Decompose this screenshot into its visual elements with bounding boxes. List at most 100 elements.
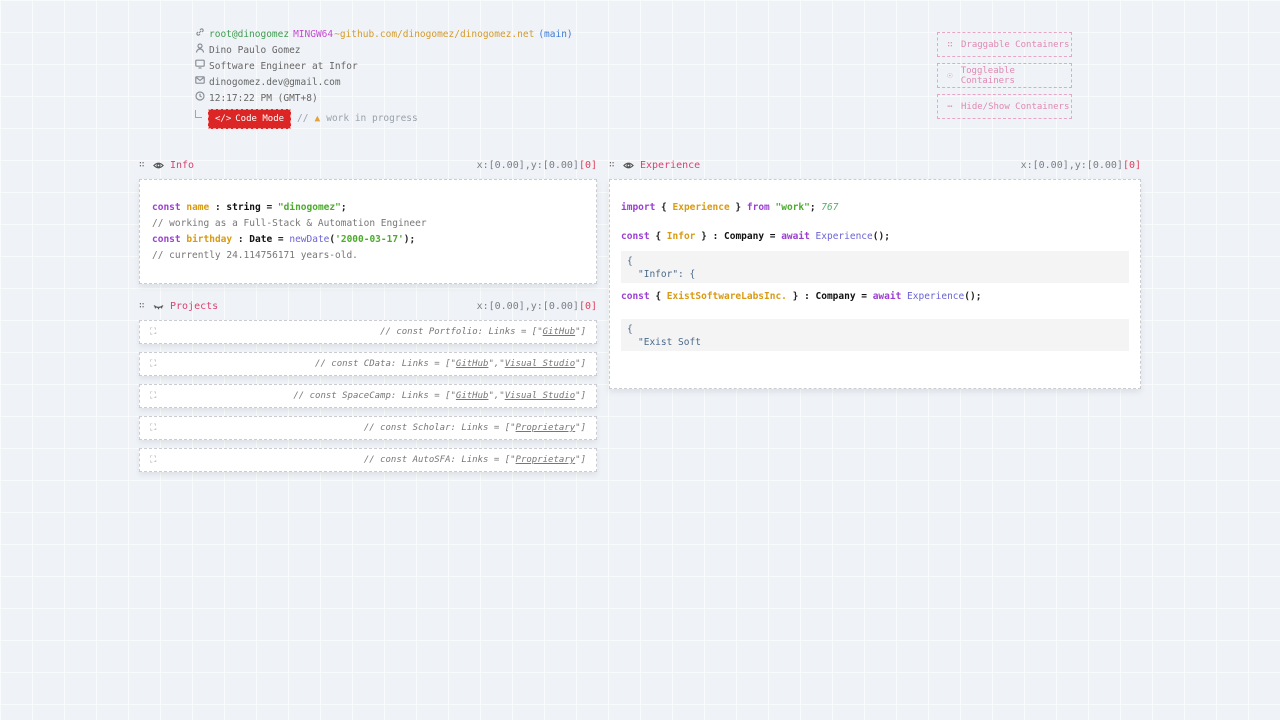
- panel-coords: x:[0.00],y:[0.00][0]: [477, 301, 597, 312]
- project-signature: // const Portfolio: Links = ["GitHub"]: [380, 327, 586, 337]
- project-item[interactable]: ⛶ // const SpaceCamp: Links = ["GitHub","…: [139, 384, 597, 408]
- company-line[interactable]: const { ExistSoftwareLabsInc. } : Compan…: [621, 289, 1129, 305]
- prompt-user: root@dinogomez: [209, 29, 290, 40]
- profile-email[interactable]: dinogomez.dev@gmail.com: [209, 75, 341, 91]
- project-prefix: // const SpaceCamp: Links = [: [293, 391, 451, 401]
- json-line: "Exist Soft: [638, 337, 701, 348]
- legend-toggleable[interactable]: ☉ Toggleable Containers: [937, 63, 1072, 88]
- project-link[interactable]: GitHub: [456, 359, 489, 369]
- code-line: const birthday : Date = newDate('2000-03…: [152, 234, 416, 245]
- drag-handle-icon[interactable]: ∷: [139, 301, 147, 311]
- import-line: import { Experience } from "work"; 767: [621, 202, 839, 213]
- project-link[interactable]: Visual Studio: [505, 359, 575, 369]
- code-icon: </>: [215, 114, 232, 124]
- code-mode-button[interactable]: </> Code Mode: [208, 109, 292, 129]
- wip-comment-prefix: //: [297, 113, 309, 124]
- legend-label: Toggleable Containers: [960, 65, 1015, 86]
- legend-label: Draggable Containers: [961, 39, 1070, 50]
- project-signature: // const SpaceCamp: Links = ["GitHub","V…: [293, 391, 586, 401]
- project-prefix: // const Scholar: Links = [: [363, 423, 511, 433]
- expand-icon[interactable]: ⛶: [150, 391, 156, 401]
- coords-index: [0]: [578, 300, 597, 312]
- legend-hide-show[interactable]: ⋯ Hide/Show Containers: [937, 94, 1072, 119]
- monitor-icon: [195, 59, 205, 75]
- experience-panel: ∷ Experience x:[0.00],y:[0.00][0] import…: [609, 157, 1141, 389]
- expand-icon[interactable]: ⛶: [150, 327, 156, 337]
- panel-coords: x:[0.00],y:[0.00][0]: [477, 160, 597, 171]
- project-link[interactable]: GitHub: [543, 327, 576, 337]
- project-prefix: // const Portfolio: Links = [: [380, 327, 538, 337]
- project-list: ⛶// const Portfolio: Links = ["GitHub"] ⛶…: [139, 320, 597, 472]
- link-icon: [195, 27, 205, 43]
- project-link[interactable]: Proprietary: [516, 423, 576, 433]
- code-line: const name : string = "dinogomez";: [152, 202, 347, 213]
- tree-elbow: [195, 110, 202, 118]
- code-comment: // working as a Full-Stack & Automation …: [152, 218, 427, 229]
- project-signature: // const Scholar: Links = ["Proprietary"…: [363, 423, 586, 433]
- info-panel: ∷ Info x:[0.00],y:[0.00][0] const name :…: [139, 157, 597, 284]
- json-line: "Infor": {: [638, 269, 696, 280]
- info-card: const name : string = "dinogomez"; // wo…: [139, 179, 597, 284]
- panel-coords: x:[0.00],y:[0.00][0]: [1021, 160, 1141, 171]
- code-comment: // currently 24.114756171 years-old.: [152, 250, 358, 261]
- experience-panel-header: ∷ Experience x:[0.00],y:[0.00][0]: [609, 157, 1141, 173]
- panel-title: Experience: [640, 159, 701, 171]
- project-link[interactable]: Visual Studio: [505, 391, 575, 401]
- panel-title: Info: [170, 159, 195, 171]
- projects-panel-header: ∷ Projects x:[0.00],y:[0.00][0]: [139, 298, 597, 314]
- prompt-path[interactable]: ~github.com/dinogomez/dinogomez.net: [334, 27, 534, 43]
- coords-index: [0]: [1122, 159, 1141, 171]
- project-item[interactable]: ⛶ // const AutoSFA: Links = ["Proprietary…: [139, 448, 597, 472]
- expand-icon[interactable]: ⛶: [150, 455, 156, 465]
- json-open: {: [627, 256, 633, 267]
- profile-header: root@dinogomez MINGW64 ~github.com/dinog…: [195, 27, 573, 129]
- info-panel-header: ∷ Info x:[0.00],y:[0.00][0]: [139, 157, 597, 173]
- json-open: {: [627, 324, 633, 335]
- profile-role: Software Engineer at Infor: [209, 61, 358, 72]
- panel-title: Projects: [170, 300, 219, 312]
- role-row: Software Engineer at Infor: [195, 59, 573, 75]
- prompt-shell: MINGW64: [293, 29, 334, 40]
- legend-draggable[interactable]: ∷ Draggable Containers: [937, 32, 1072, 57]
- project-signature: // const AutoSFA: Links = ["Proprietary"…: [363, 455, 586, 465]
- project-link[interactable]: Proprietary: [516, 455, 576, 465]
- project-item[interactable]: ⛶ // const Scholar: Links = ["Proprietary…: [139, 416, 597, 440]
- eye-icon: ☉: [947, 70, 953, 81]
- company-line[interactable]: const { Infor } : Company = await Experi…: [621, 229, 1129, 245]
- construction-icon: ▲: [314, 113, 321, 124]
- email-row: dinogomez.dev@gmail.com: [195, 75, 573, 91]
- profile-name: Dino Paulo Gomez: [209, 45, 301, 56]
- drag-handle-icon[interactable]: ∷: [609, 160, 617, 170]
- time-row: 12:17:22 PM (GMT+8): [195, 91, 573, 107]
- projects-panel: ∷ Projects x:[0.00],y:[0.00][0] ⛶ // cons…: [139, 298, 597, 472]
- project-item[interactable]: ⛶ // const CData: Links = ["GitHub","Visu…: [139, 352, 597, 376]
- coords-value: x:[0.00],y:[0.00]: [476, 159, 579, 171]
- coords-value: x:[0.00],y:[0.00]: [476, 300, 579, 312]
- eye-icon[interactable]: [623, 160, 634, 171]
- project-item[interactable]: ⛶ // const Portfolio: Links = ["GitHub"]: [139, 320, 597, 344]
- project-prefix: // const AutoSFA: Links = [: [363, 455, 511, 465]
- project-link[interactable]: GitHub: [456, 391, 489, 401]
- feature-legend: ∷ Draggable Containers ☉ Toggleable Cont…: [937, 32, 1072, 119]
- local-time: 12:17:22 PM (GMT+8): [209, 93, 318, 104]
- legend-label: Hide/Show Containers: [961, 101, 1070, 112]
- drag-handle-icon[interactable]: ∷: [139, 160, 147, 170]
- expand-icon[interactable]: ⛶: [150, 359, 156, 369]
- clock-icon: [195, 91, 205, 107]
- company-json: { "Exist Soft: [621, 319, 1129, 351]
- project-prefix: // const CData: Links = [: [315, 359, 451, 369]
- expand-icon[interactable]: ⛶: [150, 423, 156, 433]
- wip-note: // ▲ work in progress: [297, 111, 418, 127]
- project-signature: // const CData: Links = ["GitHub","Visua…: [315, 359, 586, 369]
- company-json: { "Infor": {: [621, 251, 1129, 283]
- user-icon: [195, 43, 205, 59]
- code-mode-row: </> Code Mode // ▲ work in progress: [195, 109, 573, 129]
- drag-handle-icon: ∷: [947, 39, 953, 50]
- wip-text: work in progress: [326, 113, 418, 124]
- prompt-row: root@dinogomez MINGW64 ~github.com/dinog…: [195, 27, 573, 43]
- eye-icon[interactable]: [153, 160, 164, 171]
- mail-icon: [195, 75, 205, 91]
- eye-closed-icon[interactable]: [153, 301, 164, 312]
- experience-card: import { Experience } from "work"; 767 c…: [609, 179, 1141, 389]
- name-row: Dino Paulo Gomez: [195, 43, 573, 59]
